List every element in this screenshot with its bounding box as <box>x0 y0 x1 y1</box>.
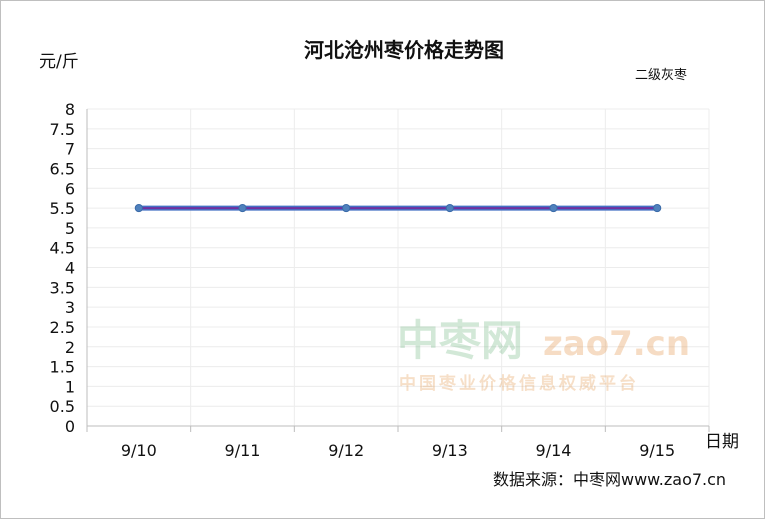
x-tick-label: 9/11 <box>225 441 261 460</box>
data-point <box>342 203 351 213</box>
y-tick-label: 8 <box>65 100 75 119</box>
data-point <box>653 203 662 213</box>
y-tick-label: 3.5 <box>50 278 75 297</box>
y-tick-label: 7 <box>65 140 75 159</box>
data-point <box>134 203 143 213</box>
y-tick-label: 4.5 <box>50 239 75 258</box>
x-tick-labels: 9/10 9/11 9/12 9/13 9/14 9/15 <box>121 441 675 460</box>
y-axis-label: 元/斤 <box>39 52 79 72</box>
data-point <box>445 203 454 213</box>
y-tick-label: 7.5 <box>50 120 75 139</box>
y-tick-label: 0.5 <box>50 397 75 416</box>
y-tick-labels: 00.511.522.533.544.555.566.577.58 <box>50 100 75 436</box>
y-tick-label: 0 <box>65 417 75 436</box>
watermark-slogan: 中国枣业价格信息权威平台 <box>399 373 639 394</box>
y-tick-label: 5 <box>65 219 75 238</box>
y-tick-label: 1 <box>65 377 75 396</box>
x-tick-label: 9/14 <box>536 441 572 460</box>
watermark-domain: zao7.cn <box>543 324 690 364</box>
watermark-brand: 中枣网 <box>397 316 523 365</box>
y-tick-label: 4 <box>65 259 75 278</box>
x-axis-label: 日期 <box>705 432 739 452</box>
price-trend-chart: 中枣网 zao7.cn 中国枣业价格信息权威平台 00.511.522.533.… <box>39 38 739 489</box>
y-tick-label: 3 <box>65 298 75 317</box>
data-point <box>238 203 247 213</box>
y-tick-label: 6.5 <box>50 159 75 178</box>
x-tick-label: 9/15 <box>639 441 675 460</box>
watermark: 中枣网 zao7.cn 中国枣业价格信息权威平台 <box>397 316 690 394</box>
y-tick-label: 5.5 <box>50 199 75 218</box>
chart-title: 河北沧州枣价格走势图 <box>304 38 504 62</box>
data-source-note: 数据来源：中枣网www.zao7.cn <box>493 470 726 489</box>
chart-frame: 中枣网 zao7.cn 中国枣业价格信息权威平台 0 0.5 1 1.5 2 2.5 3 3.… <box>0 0 765 519</box>
x-tick-label: 9/10 <box>121 441 157 460</box>
x-tick-label: 9/12 <box>328 441 364 460</box>
data-point <box>549 203 558 213</box>
y-tick-label: 2 <box>65 338 75 357</box>
legend-series-name: 二级灰枣 <box>635 68 687 83</box>
y-tick-label: 1.5 <box>50 358 75 377</box>
y-tick-label: 6 <box>65 179 75 198</box>
x-tick-label: 9/13 <box>432 441 468 460</box>
y-tick-label: 2.5 <box>50 318 75 337</box>
